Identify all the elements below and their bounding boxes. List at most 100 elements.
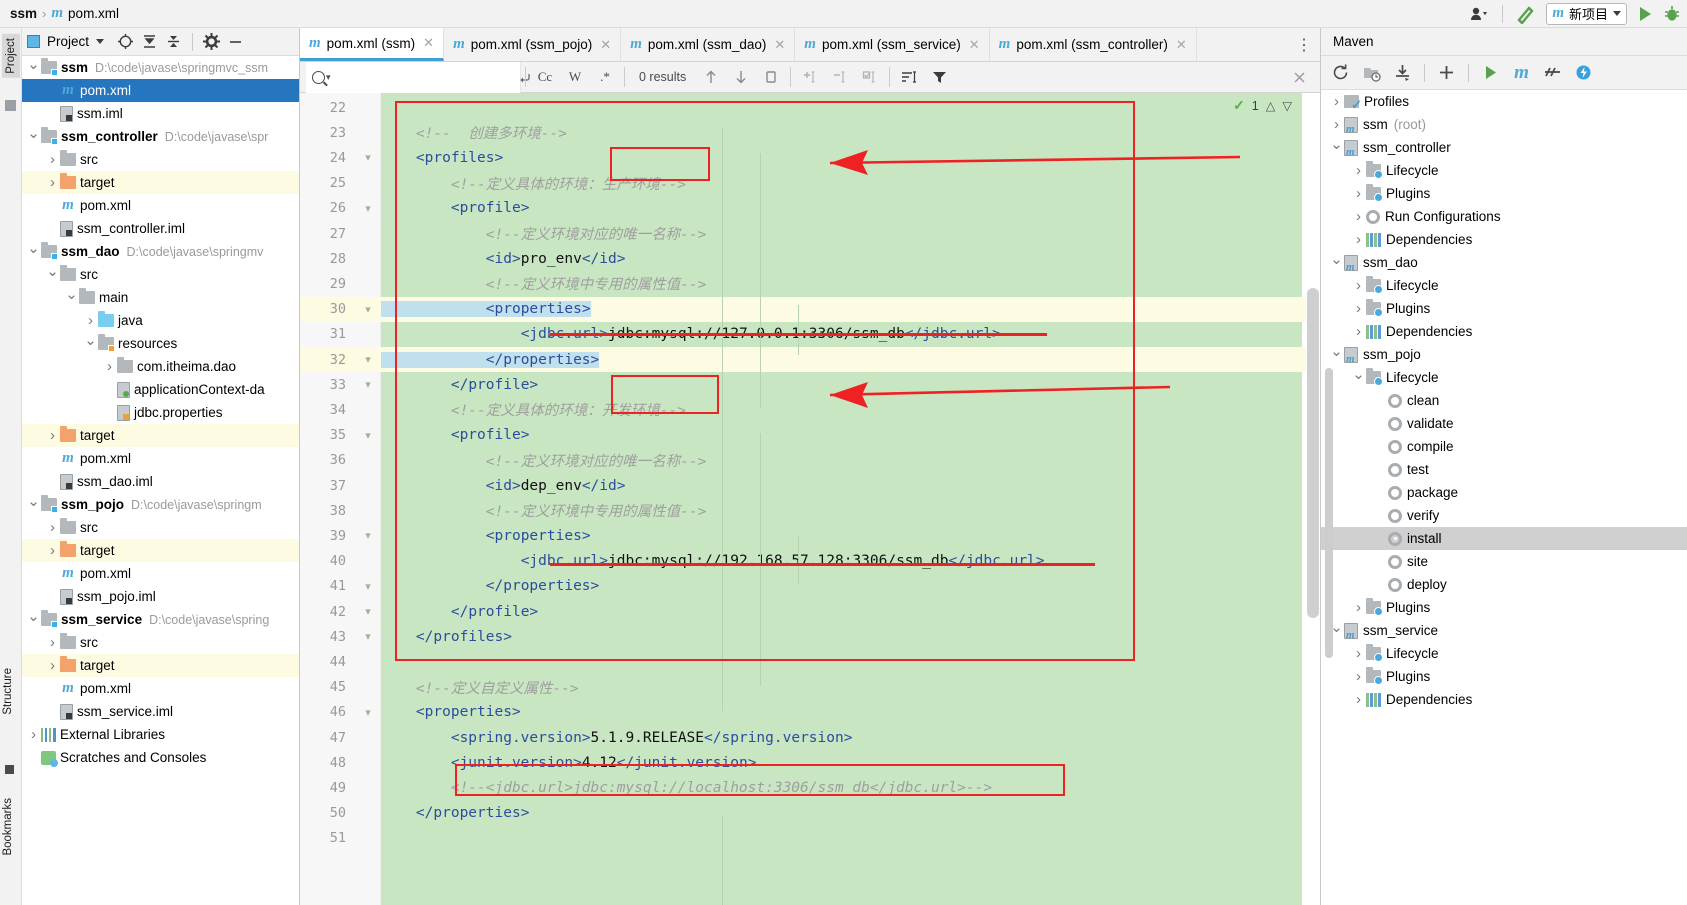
code-editor[interactable]: 22 23 <!-- 创建多环境--> 24 ▾ <profiles> 25 <!--定… xyxy=(300,93,1320,905)
sort-icon[interactable] xyxy=(894,64,924,90)
close-icon[interactable]: ✕ xyxy=(969,37,980,53)
chevron-down-icon[interactable] xyxy=(26,129,41,144)
code-line[interactable]: 27 <!--定义环境对应的唯一名称--> xyxy=(300,221,1320,246)
maven-tree-row[interactable]: Run Configurations xyxy=(1321,205,1687,228)
editor-tab[interactable]: m pom.xml (ssm) ✕ xyxy=(300,28,445,61)
project-tree-row[interactable]: ssm_dao.iml xyxy=(22,470,299,493)
chevron-right-icon[interactable] xyxy=(45,520,60,535)
chevron-right-icon[interactable] xyxy=(1351,600,1366,615)
search-input[interactable] xyxy=(336,68,517,86)
project-tree-row[interactable]: src xyxy=(22,263,299,286)
editor-tab[interactable]: m pom.xml (ssm_dao) ✕ xyxy=(621,28,796,61)
code-line[interactable]: 23 <!-- 创建多环境--> xyxy=(300,120,1320,145)
maven-tree-row[interactable]: Lifecycle xyxy=(1321,642,1687,665)
editor-tab-bar[interactable]: m pom.xml (ssm) ✕ m pom.xml (ssm_pojo) ✕ m pom.… xyxy=(300,28,1320,62)
close-find-icon[interactable] xyxy=(1284,64,1314,90)
remove-line-icon[interactable] xyxy=(825,64,855,90)
maven-tree-row[interactable]: ssm_controller xyxy=(1321,136,1687,159)
maven-tree-row[interactable]: Plugins xyxy=(1321,665,1687,688)
chevron-right-icon[interactable] xyxy=(45,428,60,443)
debug-icon[interactable] xyxy=(1663,3,1681,25)
maven-tree-row[interactable]: install xyxy=(1321,527,1687,550)
code-fold-icon[interactable]: ▾ xyxy=(355,202,381,215)
user-avatar-icon[interactable] xyxy=(1470,3,1490,25)
editor-scrollbar-track[interactable] xyxy=(1306,93,1320,905)
chevron-right-icon[interactable] xyxy=(1351,163,1366,178)
maven-tree-row[interactable]: compile xyxy=(1321,435,1687,458)
maven-tree-row[interactable]: Plugins xyxy=(1321,297,1687,320)
project-tree-row[interactable]: ssm_controller.iml xyxy=(22,217,299,240)
maven-tree-row[interactable]: Dependencies xyxy=(1321,688,1687,711)
chevron-right-icon[interactable] xyxy=(102,359,117,374)
project-tree-row[interactable]: ssm_service D:\code\javase\spring xyxy=(22,608,299,631)
maven-tree-row[interactable]: Lifecycle xyxy=(1321,274,1687,297)
maven-tree-row[interactable]: Dependencies xyxy=(1321,320,1687,343)
project-tree-row[interactable]: ssm_controller D:\code\javase\spr xyxy=(22,125,299,148)
maven-tree-row[interactable]: verify xyxy=(1321,504,1687,527)
chevron-right-icon[interactable] xyxy=(83,313,98,328)
project-tree-row[interactable]: m pom.xml xyxy=(22,677,299,700)
chevron-right-icon[interactable] xyxy=(45,175,60,190)
chevron-right-icon[interactable] xyxy=(1351,301,1366,316)
maven-tree-row[interactable]: Plugins xyxy=(1321,182,1687,205)
code-line[interactable]: 48 <junit.version>4.12</junit.version> xyxy=(300,750,1320,775)
match-case-toggle[interactable]: Cc xyxy=(530,64,560,90)
chevron-down-icon[interactable] xyxy=(1329,140,1344,155)
project-tree-row[interactable]: src xyxy=(22,148,299,171)
editor-tab[interactable]: m pom.xml (ssm_controller) ✕ xyxy=(990,28,1197,61)
project-tree-row[interactable]: src xyxy=(22,516,299,539)
code-line[interactable]: 50 </properties> xyxy=(300,801,1320,826)
chevron-right-icon[interactable] xyxy=(1329,94,1344,109)
code-line[interactable]: 39 ▾ <properties> xyxy=(300,523,1320,548)
project-tree-row[interactable]: External Libraries xyxy=(22,723,299,746)
breadcrumb-project[interactable]: ssm xyxy=(10,6,37,21)
chevron-right-icon[interactable] xyxy=(1329,117,1344,132)
reload-icon[interactable] xyxy=(1328,60,1353,85)
maven-tree-row[interactable]: ssm (root) xyxy=(1321,113,1687,136)
editor-tab[interactable]: m pom.xml (ssm_service) ✕ xyxy=(795,28,990,61)
select-all-occurrences-icon[interactable] xyxy=(756,64,786,90)
sidebar-tab-bookmarks[interactable]: Bookmarks xyxy=(2,798,14,856)
code-line[interactable]: 41 ▾ </properties> xyxy=(300,574,1320,599)
code-line[interactable]: 29 <!--定义环境中专用的属性值--> xyxy=(300,271,1320,296)
maven-tree-row[interactable]: ssm_service xyxy=(1321,619,1687,642)
project-tree-row[interactable]: ssm_pojo.iml xyxy=(22,585,299,608)
toggle-skip-tests-icon[interactable] xyxy=(1571,60,1596,85)
chevron-right-icon[interactable] xyxy=(1351,669,1366,684)
maven-tree-row[interactable]: Dependencies xyxy=(1321,228,1687,251)
code-line[interactable]: 45 <!--定义自定义属性--> xyxy=(300,675,1320,700)
chevron-right-icon[interactable] xyxy=(45,658,60,673)
code-line[interactable]: 36 <!--定义环境对应的唯一名称--> xyxy=(300,448,1320,473)
project-tree-row[interactable]: target xyxy=(22,424,299,447)
project-tree-row[interactable]: ssm_dao D:\code\javase\springmv xyxy=(22,240,299,263)
project-tree-row[interactable]: ssm_service.iml xyxy=(22,700,299,723)
filter-icon[interactable] xyxy=(924,64,954,90)
code-fold-icon[interactable]: ▾ xyxy=(355,529,381,542)
project-tree-row[interactable]: ssm_pojo D:\code\javase\springm xyxy=(22,493,299,516)
chevron-down-icon[interactable] xyxy=(1329,623,1344,638)
chevron-right-icon[interactable] xyxy=(1351,692,1366,707)
check-lines-icon[interactable] xyxy=(855,64,885,90)
execute-maven-goal-icon[interactable]: m xyxy=(1509,60,1534,85)
maven-tree-row[interactable]: ssm_pojo xyxy=(1321,343,1687,366)
maven-tree-row[interactable]: validate xyxy=(1321,412,1687,435)
regex-toggle[interactable]: .* xyxy=(590,64,620,90)
editor-scrollbar-thumb[interactable] xyxy=(1307,288,1319,618)
run-icon[interactable] xyxy=(1636,3,1654,25)
expand-all-icon[interactable] xyxy=(141,33,158,50)
project-tree-row[interactable]: jdbc.properties xyxy=(22,401,299,424)
close-icon[interactable]: ✕ xyxy=(1176,37,1187,53)
chevron-right-icon[interactable] xyxy=(1351,646,1366,661)
code-line[interactable]: 47 <spring.version>5.1.9.RELEASE</spring… xyxy=(300,725,1320,750)
code-line[interactable]: 25 <!--定义具体的环境：生产环境--> xyxy=(300,171,1320,196)
close-icon[interactable]: ✕ xyxy=(774,37,785,53)
code-fold-icon[interactable]: ▾ xyxy=(355,706,381,719)
maven-tree-row[interactable]: Lifecycle xyxy=(1321,366,1687,389)
next-match-icon[interactable] xyxy=(726,64,756,90)
project-tree-row[interactable]: resources xyxy=(22,332,299,355)
prev-problem-icon[interactable]: △ xyxy=(1266,98,1276,113)
code-fold-icon[interactable]: ▾ xyxy=(355,303,381,316)
project-tree-row[interactable]: m pom.xml xyxy=(22,194,299,217)
search-input-wrapper[interactable]: ▾ xyxy=(306,61,530,93)
chevron-right-icon[interactable] xyxy=(1351,278,1366,293)
